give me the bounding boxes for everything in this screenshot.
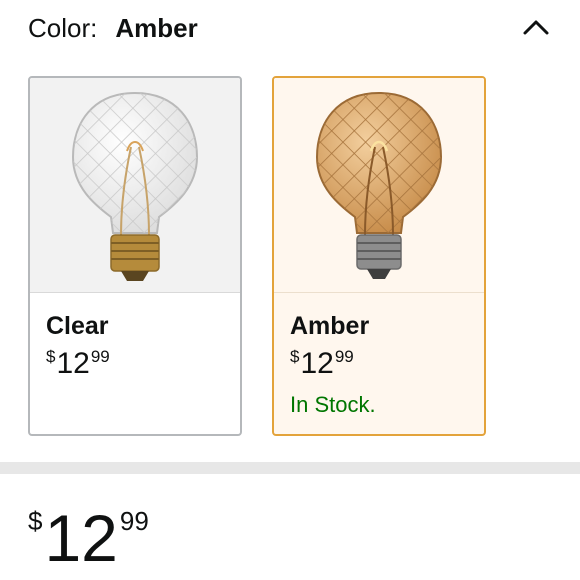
price-fraction: 99 [334,347,354,366]
selected-color-value: Amber [115,12,198,43]
color-option-clear[interactable]: Clear $ 12 99 [28,76,242,436]
price-whole: 12 [300,347,334,380]
currency-symbol: $ [46,347,56,366]
option-price-amber: $ 12 99 [290,346,354,382]
color-selector-header[interactable]: Color: Amber [28,10,550,46]
chevron-up-icon[interactable] [522,16,550,38]
section-divider [0,462,580,474]
clear-bulb-image-area [30,78,240,293]
currency-symbol: $ [28,506,43,536]
availability-status: In Stock. [290,392,376,417]
option-name-clear: Clear [46,312,109,340]
currency-symbol: $ [290,347,300,366]
price-fraction: 99 [119,506,149,536]
color-label: Color: [28,12,98,43]
color-option-amber[interactable]: Amber $ 12 99 In Stock. [272,76,486,436]
amber-glass-bulb-image [315,91,443,279]
option-name-amber: Amber [290,312,370,340]
price-whole: 12 [56,347,90,380]
clear-glass-bulb-image [71,91,199,281]
option-price-clear: $ 12 99 [46,346,110,382]
buybox-price: $ 12 99 [28,501,149,575]
price-fraction: 99 [90,347,110,366]
amber-bulb-image-area [274,78,484,293]
price-whole: 12 [44,501,118,575]
